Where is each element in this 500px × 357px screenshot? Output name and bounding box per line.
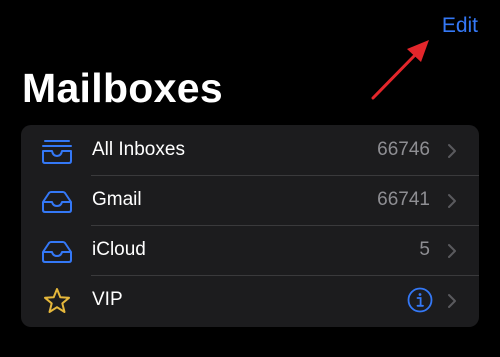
chevron-right-icon (448, 294, 456, 308)
row-content: iCloud 5 (21, 225, 479, 275)
info-icon[interactable] (407, 287, 433, 313)
unread-count: 5 (419, 239, 430, 260)
page-title: Mailboxes (22, 65, 223, 111)
edit-button[interactable]: Edit (442, 14, 478, 38)
mailbox-row-gmail[interactable]: Gmail 66741 (21, 175, 479, 225)
row-content: Gmail 66741 (21, 175, 479, 225)
mailbox-label: Gmail (92, 189, 142, 210)
mailbox-row-icloud[interactable]: iCloud 5 (21, 225, 479, 275)
unread-count: 66746 (377, 139, 430, 160)
inbox-icon (42, 241, 72, 263)
row-content: VIP (21, 275, 479, 325)
mailbox-label: All Inboxes (92, 139, 185, 160)
mailbox-list: All Inboxes 66746 Gmail 66741 iCloud 5 V… (21, 125, 479, 327)
mailbox-row-vip[interactable]: VIP (21, 275, 479, 325)
unread-count: 66741 (377, 189, 430, 210)
mailbox-label: iCloud (92, 239, 146, 260)
inbox-stack-icon (42, 140, 72, 164)
star-icon (44, 288, 70, 313)
mailbox-row-all-inboxes[interactable]: All Inboxes 66746 (21, 125, 479, 175)
chevron-right-icon (448, 144, 456, 158)
chevron-right-icon (448, 194, 456, 208)
mailboxes-screen: Edit Mailboxes All Inboxes 66746 Gmail 6… (0, 0, 500, 357)
chevron-right-icon (448, 244, 456, 258)
row-content: All Inboxes 66746 (21, 125, 479, 175)
inbox-icon (42, 191, 72, 213)
mailbox-label: VIP (92, 289, 123, 310)
